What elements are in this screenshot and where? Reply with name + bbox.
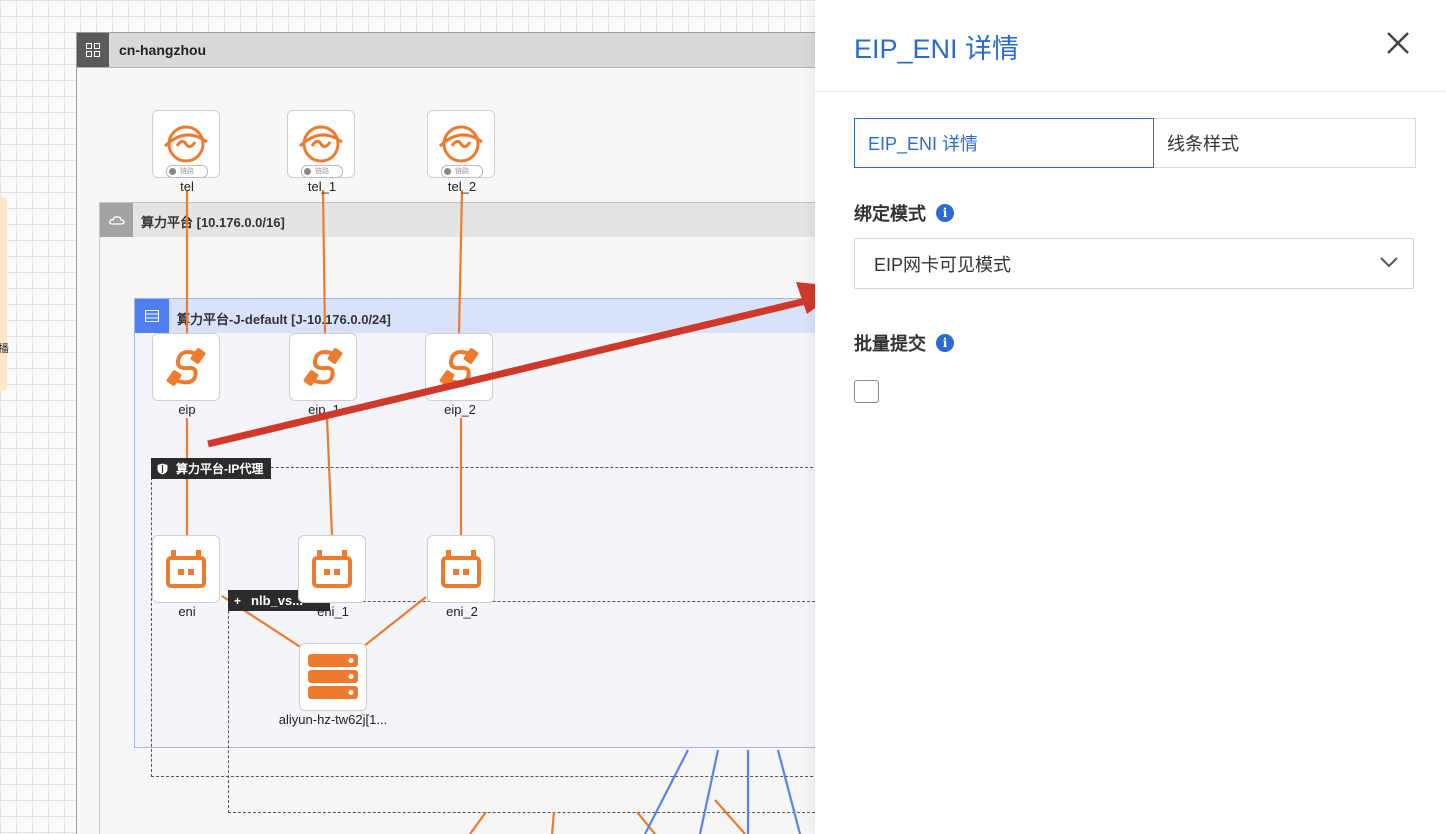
batch-submit-label-row: 批量提交 i: [854, 330, 954, 356]
network-card-icon: [441, 550, 481, 588]
node-tel-label: tel: [180, 179, 194, 194]
node-eip-1-label: eip_1: [308, 402, 340, 417]
link-badge: 链路: [166, 165, 208, 178]
vpc-header: 算力平台 [10.176.0.0/16]: [100, 203, 815, 237]
info-icon[interactable]: i: [936, 204, 954, 222]
node-tel-1-box[interactable]: 链路: [287, 110, 355, 178]
server-icon: [308, 654, 358, 699]
topology-canvas[interactable]: 播 cn-hangzhou 算力平台 [10.176.0.0/16] 算力平台-…: [0, 0, 815, 834]
node-tel-1-label: tel_1: [307, 179, 337, 194]
batch-submit-label: 批量提交: [854, 334, 926, 354]
node-tel-1[interactable]: 链路 tel_1: [287, 110, 357, 194]
node-eni-1-box[interactable]: [298, 535, 366, 603]
chevron-down-icon: [1380, 257, 1398, 268]
node-eip-2-label: eip_2: [444, 402, 476, 417]
node-eip-1[interactable]: eip_1: [289, 333, 359, 417]
node-eip-2[interactable]: eip_2: [425, 333, 495, 417]
node-ecs-box[interactable]: [299, 643, 367, 711]
security-group-label: 算力平台-IP代理: [151, 458, 272, 479]
tab-eip-eni-detail[interactable]: EIP_ENI 详情: [854, 118, 1154, 168]
node-eip[interactable]: eip: [152, 333, 222, 417]
node-tel-2-box[interactable]: 链路: [427, 110, 495, 178]
link-badge: 链路: [441, 165, 483, 178]
binding-mode-label-row: 绑定模式 i: [854, 200, 954, 226]
network-globe-icon: [163, 125, 208, 163]
elastic-ip-icon: [303, 348, 343, 386]
badge-dot-icon: [304, 168, 311, 175]
badge-dot-icon: [169, 168, 176, 175]
vswitch-title: 算力平台-J-default [J-10.176.0.0/24]: [177, 312, 391, 327]
node-eni-1[interactable]: eni_1: [298, 535, 368, 619]
elastic-ip-icon: [439, 348, 479, 386]
binding-mode-label: 绑定模式: [854, 204, 926, 224]
node-eni-2-box[interactable]: [427, 535, 495, 603]
elastic-ip-icon: [166, 348, 206, 386]
node-eni[interactable]: eni: [152, 535, 222, 619]
node-ecs[interactable]: aliyun-hz-tw62j[1...: [253, 643, 413, 727]
nlb-title: nlb_vs...: [251, 593, 304, 608]
batch-submit-checkbox[interactable]: [854, 380, 879, 403]
vswitch-header: 算力平台-J-default [J-10.176.0.0/24]: [135, 299, 815, 333]
tab-line-style[interactable]: 线条样式: [1154, 118, 1416, 168]
badge-dot-icon: [444, 168, 451, 175]
node-tel-box[interactable]: 链路: [152, 110, 220, 178]
shield-icon: [157, 463, 168, 474]
node-eni-box[interactable]: [152, 535, 220, 603]
link-badge: 链路: [301, 165, 343, 178]
side-tab-label: 播: [0, 343, 9, 355]
node-eip-2-box[interactable]: [425, 333, 493, 401]
binding-mode-value: EIP网卡可见模式: [874, 254, 1012, 275]
node-tel-2[interactable]: 链路 tel_2: [427, 110, 497, 194]
security-group-title: 算力平台-IP代理: [176, 462, 264, 476]
node-eni-2-label: eni_2: [446, 604, 478, 619]
network-globe-icon: [438, 125, 483, 163]
node-tel-2-label: tel_2: [447, 179, 477, 194]
node-tel[interactable]: 链路 tel: [152, 110, 222, 194]
node-eip-label: eip: [178, 402, 196, 417]
node-eip-box[interactable]: [152, 333, 220, 401]
cloud-icon: [100, 203, 133, 237]
binding-mode-select[interactable]: EIP网卡可见模式: [854, 238, 1414, 289]
panel-divider: [815, 91, 1446, 92]
panel-title: EIP_ENI 详情: [854, 34, 1020, 64]
node-eip-1-box[interactable]: [289, 333, 357, 401]
close-icon: [1387, 32, 1409, 54]
nlb-icon: +: [234, 593, 242, 608]
region-title: cn-hangzhou: [119, 42, 207, 58]
side-collapse-tab[interactable]: [0, 197, 7, 391]
region-header: cn-hangzhou: [77, 33, 815, 68]
vpc-title: 算力平台 [10.176.0.0/16]: [141, 215, 285, 230]
node-eni-1-label: eni_1: [317, 604, 349, 619]
node-eni-label: eni: [178, 604, 196, 619]
grid-icon: [77, 33, 109, 67]
info-icon[interactable]: i: [936, 334, 954, 352]
close-button[interactable]: [1381, 26, 1415, 60]
network-card-icon: [166, 550, 206, 588]
detail-panel: EIP_ENI 详情 EIP_ENI 详情 线条样式 绑定模式 i EIP网卡可…: [815, 0, 1446, 834]
network-card-icon: [312, 550, 352, 588]
list-icon: [135, 299, 169, 333]
network-globe-icon: [298, 125, 343, 163]
panel-tabs: EIP_ENI 详情 线条样式: [854, 118, 1416, 168]
node-ecs-label: aliyun-hz-tw62j[1...: [278, 712, 388, 727]
node-eni-2[interactable]: eni_2: [427, 535, 497, 619]
